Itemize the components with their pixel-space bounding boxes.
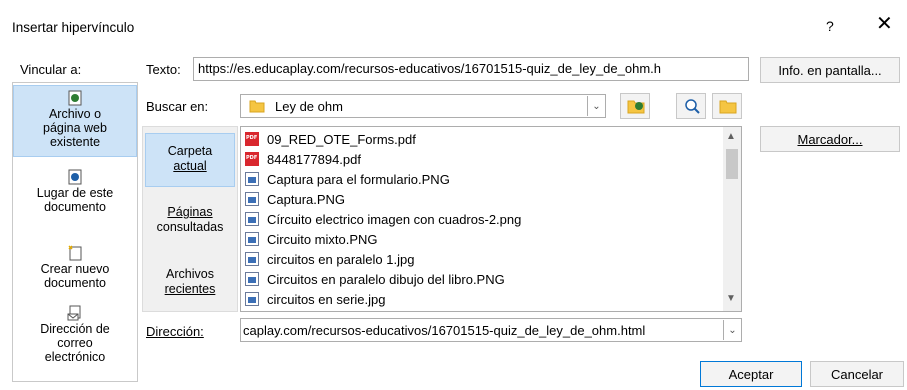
image-file-icon (245, 212, 259, 226)
link-to-email[interactable]: Dirección de correo electrónico (13, 305, 137, 377)
screentip-button[interactable]: Info. en pantalla... (760, 57, 900, 83)
help-button[interactable]: ? (826, 18, 834, 34)
list-item[interactable]: circuitos en paralelo 1.jpg (245, 249, 414, 269)
image-file-icon (245, 252, 259, 266)
folder-nav-browsed-label-2: consultadas (156, 220, 224, 234)
image-file-icon (245, 272, 259, 286)
list-item[interactable]: 09_RED_OTE_Forms.pdf (245, 129, 416, 149)
file-name: Captura.PNG (267, 191, 346, 207)
address-label: Dirección: (146, 324, 204, 339)
folder-nav-browsed-label-1: Páginas (167, 205, 213, 219)
chevron-down-icon[interactable]: ⌄ (723, 320, 741, 340)
scroll-up-icon[interactable]: ▲ (726, 131, 736, 142)
new-document-label-1: Crear nuevo (40, 262, 110, 276)
folder-nav-current[interactable]: Carpeta actual (145, 133, 235, 187)
bookmark-button-label: Marcador... (797, 131, 863, 147)
list-item[interactable]: Círcuito electrico imagen con cuadros-2.… (245, 209, 521, 229)
pdf-icon (245, 152, 259, 166)
close-button[interactable]: ✕ (876, 14, 893, 34)
address-label-text: Dirección: (146, 324, 204, 339)
address-value: caplay.com/recursos-educativos/16701515-… (243, 323, 646, 338)
new-document-label-2: documento (44, 276, 106, 290)
scroll-down-icon[interactable]: ▼ (726, 293, 736, 304)
chevron-down-icon[interactable]: ⌄ (587, 96, 605, 116)
scrollbar[interactable]: ▲ ▼ (723, 127, 741, 311)
text-field[interactable]: https://es.educaplay.com/recursos-educat… (193, 57, 749, 81)
pdf-icon (245, 132, 259, 146)
new-document-icon (68, 245, 82, 261)
list-item[interactable]: 8448177894.pdf (245, 149, 361, 169)
link-to-existing-file[interactable]: Archivo o página web existente (13, 85, 137, 157)
link-to-existing-file-label-2: página web (43, 121, 107, 135)
place-in-document-icon (68, 169, 82, 185)
link-to-existing-file-label-1: Archivo o (48, 107, 102, 121)
address-field[interactable]: caplay.com/recursos-educativos/16701515-… (240, 318, 742, 342)
place-in-document-label-1: Lugar de este (36, 186, 114, 200)
place-in-document-label-2: documento (44, 200, 106, 214)
folder-nav-browsed[interactable]: Páginas consultadas (145, 205, 235, 241)
folder-nav-recent-label-1: Archivos (166, 267, 214, 281)
list-item[interactable]: Circuitos en paralelo dibujo del libro.P… (245, 269, 505, 289)
browse-web-icon (627, 100, 645, 114)
link-to-panel: Archivo o página web existente Lugar de … (12, 82, 138, 382)
folder-nav: Carpeta actual Páginas consultadas Archi… (142, 126, 238, 312)
file-name: 8448177894.pdf (267, 151, 361, 167)
image-file-icon (245, 292, 259, 306)
email-label-2: correo (57, 336, 93, 350)
text-label: Texto: (146, 62, 181, 77)
file-name: Circuito mixto.PNG (267, 231, 378, 247)
bookmark-button[interactable]: Marcador... (760, 126, 900, 152)
search-web-button[interactable] (676, 93, 706, 119)
search-icon (685, 99, 700, 114)
browse-file-button[interactable] (712, 93, 742, 119)
look-in-select[interactable]: Ley de ohm ⌄ (240, 94, 606, 118)
folder-nav-current-label-2: actual (173, 159, 207, 173)
file-name: 09_RED_OTE_Forms.pdf (267, 131, 416, 147)
cancel-button[interactable]: Cancelar (810, 361, 904, 387)
list-item[interactable]: Circuito mixto.PNG (245, 229, 378, 249)
image-file-icon (245, 232, 259, 246)
file-name: circuitos en serie.jpg (267, 291, 386, 307)
email-label-1: Dirección de (40, 322, 110, 336)
file-web-icon (68, 90, 82, 106)
list-item[interactable]: Captura.PNG (245, 189, 345, 209)
email-icon (67, 305, 81, 321)
dialog-title: Insertar hipervínculo (12, 20, 135, 35)
scrollbar-thumb[interactable] (726, 149, 738, 179)
open-folder-icon (719, 100, 737, 114)
image-file-icon (245, 172, 259, 186)
look-in-label: Buscar en: (146, 99, 209, 114)
file-name: Circuitos en paralelo dibujo del libro.P… (267, 271, 505, 287)
email-label-3: electrónico (44, 350, 106, 364)
file-list[interactable]: 09_RED_OTE_Forms.pdf 8448177894.pdf Capt… (240, 126, 742, 312)
file-name: Captura para el formulario.PNG (267, 171, 450, 187)
list-item[interactable]: circuitos en serie.jpg (245, 289, 386, 309)
file-name: circuitos en paralelo 1.jpg (267, 251, 415, 267)
link-to-place-in-document[interactable]: Lugar de este documento (13, 169, 137, 221)
file-name: Círcuito electrico imagen con cuadros-2.… (267, 211, 522, 227)
browse-web-button[interactable] (620, 93, 650, 119)
list-item[interactable]: Captura para el formulario.PNG (245, 169, 450, 189)
ok-button[interactable]: Aceptar (700, 361, 802, 387)
image-file-icon (245, 192, 259, 206)
folder-nav-recent[interactable]: Archivos recientes (145, 267, 235, 303)
folder-icon (249, 100, 265, 113)
link-to-label: Vincular a: (20, 62, 82, 77)
look-in-value: Ley de ohm (275, 99, 343, 114)
link-to-existing-file-label-3: existente (49, 135, 101, 149)
link-to-new-document[interactable]: Crear nuevo documento (13, 245, 137, 297)
folder-nav-recent-label-2: recientes (164, 282, 216, 296)
folder-nav-current-label-1: Carpeta (167, 144, 213, 158)
